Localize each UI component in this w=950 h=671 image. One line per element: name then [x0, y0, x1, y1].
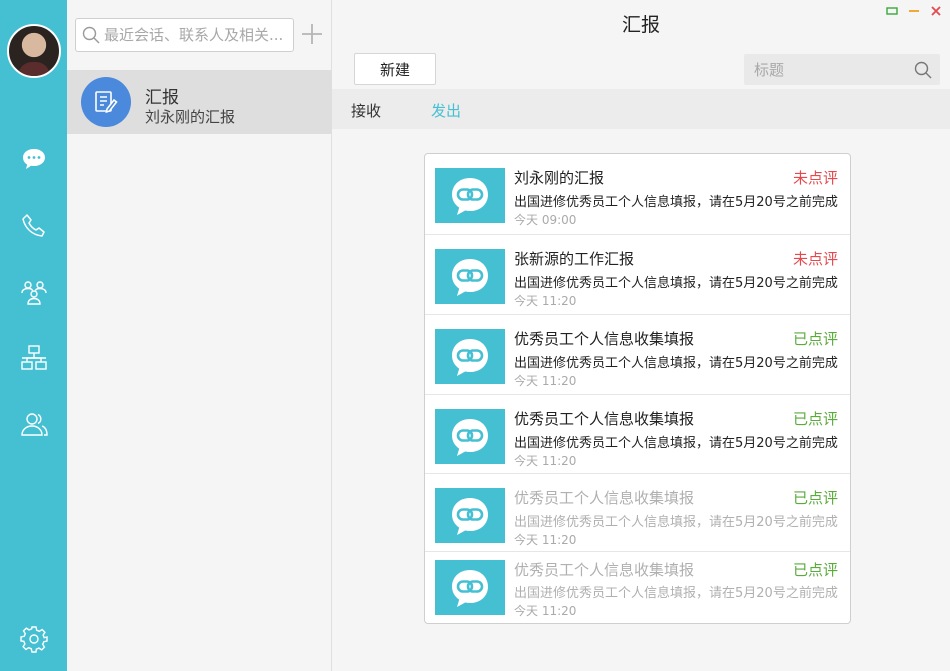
report-status: 未点评 — [792, 250, 838, 268]
tab-received[interactable]: 接收 — [351, 100, 381, 121]
title-search[interactable] — [744, 54, 940, 85]
group-icon[interactable] — [18, 408, 50, 440]
report-item[interactable]: 张新源的工作汇报 未点评 出国进修优秀员工个人信息填报，请在5月20号之前完成 … — [425, 235, 850, 315]
session-search[interactable] — [75, 18, 294, 52]
user-avatar[interactable] — [7, 24, 61, 78]
new-report-button[interactable]: 新建 — [354, 53, 436, 85]
org-chart-icon[interactable] — [18, 342, 50, 374]
report-title: 优秀员工个人信息收集填报 — [514, 489, 695, 507]
session-search-input[interactable] — [104, 26, 294, 44]
report-desc: 出国进修优秀员工个人信息填报，请在5月20号之前完成 — [514, 586, 838, 601]
link-icon — [435, 488, 505, 543]
report-title: 优秀员工个人信息收集填报 — [514, 330, 695, 348]
link-icon — [435, 329, 505, 384]
report-time: 今天 11:20 — [514, 604, 577, 618]
report-item[interactable]: 优秀员工个人信息收集填报 已点评 出国进修优秀员工个人信息填报，请在5月20号之… — [425, 315, 850, 395]
report-desc: 出国进修优秀员工个人信息填报，请在5月20号之前完成 — [514, 276, 838, 291]
tab-sent[interactable]: 发出 — [431, 100, 461, 121]
report-item[interactable]: 优秀员工个人信息收集填报 已点评 出国进修优秀员工个人信息填报，请在5月20号之… — [425, 395, 850, 474]
report-icon — [81, 77, 131, 127]
report-title: 张新源的工作汇报 — [514, 250, 635, 268]
report-desc: 出国进修优秀员工个人信息填报，请在5月20号之前完成 — [514, 195, 838, 210]
maximize-icon[interactable] — [886, 5, 898, 17]
report-status: 已点评 — [792, 489, 838, 507]
report-status: 已点评 — [792, 410, 838, 428]
report-time: 今天 11:20 — [514, 533, 577, 547]
report-title: 优秀员工个人信息收集填报 — [514, 410, 695, 428]
link-icon — [435, 249, 505, 304]
add-icon[interactable] — [300, 22, 324, 46]
contacts-icon[interactable] — [18, 276, 50, 308]
report-status: 未点评 — [792, 169, 838, 187]
report-title: 优秀员工个人信息收集填报 — [514, 561, 695, 579]
report-desc: 出国进修优秀员工个人信息填报，请在5月20号之前完成 — [514, 356, 838, 371]
report-list: 刘永刚的汇报 未点评 出国进修优秀员工个人信息填报，请在5月20号之前完成 今天… — [424, 153, 851, 624]
session-subtitle: 刘永刚的汇报 — [145, 108, 236, 126]
session-title: 汇报 — [145, 88, 179, 108]
report-time: 今天 09:00 — [514, 213, 577, 227]
report-item[interactable]: 刘永刚的汇报 未点评 出国进修优秀员工个人信息填报，请在5月20号之前完成 今天… — [425, 154, 850, 235]
close-icon[interactable] — [930, 5, 942, 17]
icon-rail — [0, 0, 67, 671]
session-item-report[interactable]: 汇报 刘永刚的汇报 — [67, 70, 332, 134]
settings-icon[interactable] — [18, 623, 50, 655]
page-title: 汇报 — [621, 14, 660, 36]
title-search-input[interactable] — [754, 60, 904, 79]
report-item[interactable]: 优秀员工个人信息收集填报 已点评 出国进修优秀员工个人信息填报，请在5月20号之… — [425, 552, 850, 623]
link-icon — [435, 409, 505, 464]
link-icon — [435, 560, 505, 615]
window-controls — [886, 5, 942, 17]
tab-bar: 接收 发出 — [332, 89, 950, 129]
report-status: 已点评 — [792, 330, 838, 348]
minimize-icon[interactable] — [908, 5, 920, 17]
report-time: 今天 11:20 — [514, 374, 577, 388]
search-icon — [82, 26, 100, 44]
search-icon[interactable] — [914, 61, 932, 79]
chat-icon[interactable] — [18, 143, 50, 175]
report-status: 已点评 — [792, 561, 838, 579]
report-time: 今天 11:20 — [514, 294, 577, 308]
report-time: 今天 11:20 — [514, 454, 577, 468]
report-desc: 出国进修优秀员工个人信息填报，请在5月20号之前完成 — [514, 436, 838, 451]
link-icon — [435, 168, 505, 223]
main-panel: 汇报 新建 接收 发出 刘永刚的汇报 未点评 出国进修优秀员工个人信息填报，请在… — [332, 0, 950, 671]
phone-icon[interactable] — [18, 210, 50, 242]
report-desc: 出国进修优秀员工个人信息填报，请在5月20号之前完成 — [514, 515, 838, 530]
report-item[interactable]: 优秀员工个人信息收集填报 已点评 出国进修优秀员工个人信息填报，请在5月20号之… — [425, 474, 850, 552]
session-list: 汇报 刘永刚的汇报 — [67, 0, 332, 671]
report-title: 刘永刚的汇报 — [514, 169, 605, 187]
